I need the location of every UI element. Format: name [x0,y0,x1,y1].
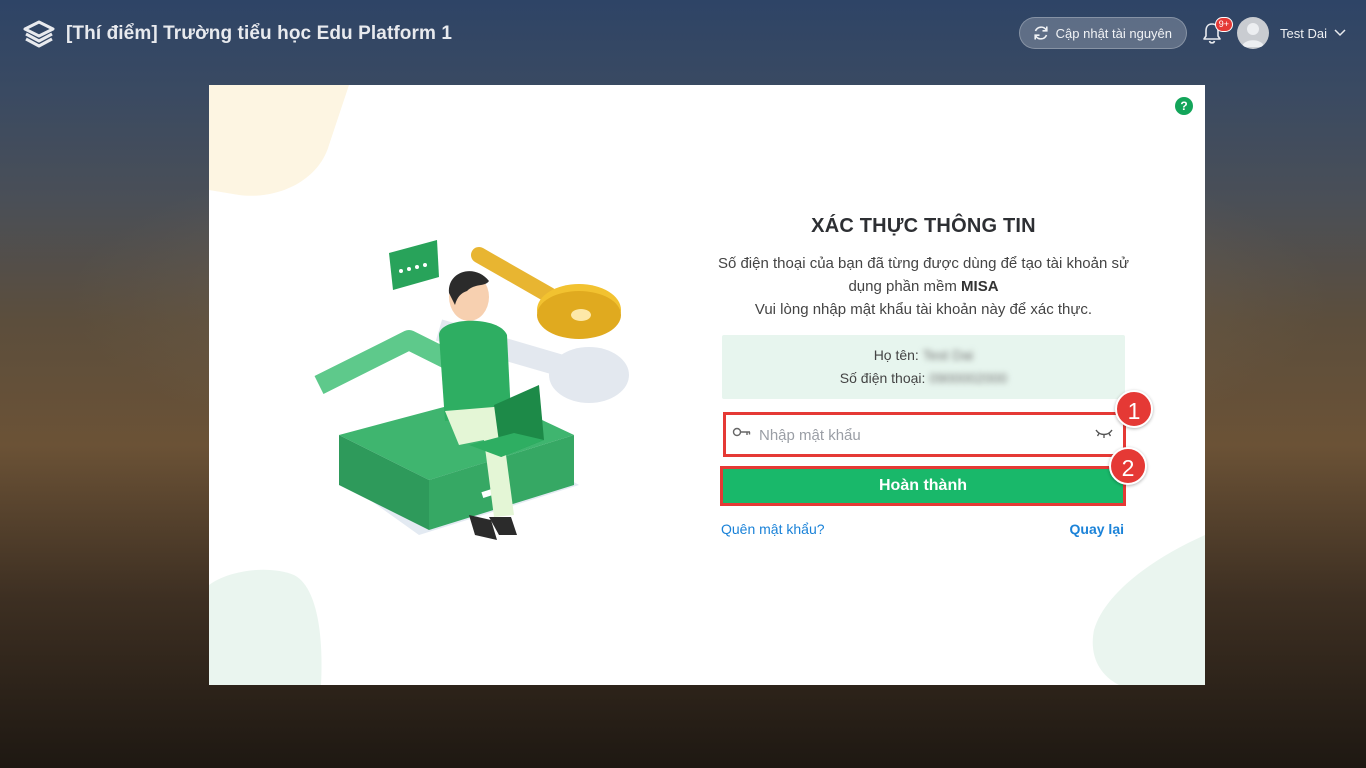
app-title: [Thí điểm] Trường tiểu học Edu Platform … [66,23,453,44]
security-illustration [314,240,629,540]
account-name-row: Họ tên: Test Dai [722,344,1125,367]
header-actions: Cập nhật tài nguyên 9+ Test Dai [1018,17,1346,49]
complete-button[interactable]: Hoàn thành [723,469,1123,503]
description-brand: MISA [961,278,999,295]
notification-badge: 9+ [1214,17,1234,32]
avatar[interactable] [1237,17,1270,49]
avatar-icon [1242,23,1265,47]
decor-shape-bottom-right [1092,535,1205,685]
description-line1: Số điện thoại của bạn đã từng được dùng … [717,255,1130,295]
password-input[interactable] [733,421,1116,449]
phone-value: 0900002000 [929,370,1008,386]
dialog-title: XÁC THỰC THÔNG TIN [811,215,1036,237]
decor-shape-top-left [209,85,349,196]
name-label: Họ tên: [873,347,919,363]
forgot-password-link[interactable]: Quên mật khẩu? [721,521,825,537]
logo-icon[interactable] [22,19,56,49]
verification-dialog: ? XÁC THỰC THÔNG TIN Số điện thoại của b… [209,85,1205,685]
account-info-box: Họ tên: Test Dai Số điện thoại: 09000020… [722,335,1125,399]
user-name[interactable]: Test Dai [1280,26,1327,41]
dialog-description: Số điện thoại của bạn đã từng được dùng … [706,252,1141,321]
password-field-highlight [723,412,1126,457]
notification-button[interactable]: 9+ [1197,17,1234,49]
update-resources-label: Cập nhật tài nguyên [1055,25,1173,41]
back-link[interactable]: Quay lại [1070,521,1124,537]
update-resources-button[interactable]: Cập nhật tài nguyên [1018,17,1188,49]
top-bar: [Thí điểm] Trường tiểu học Edu Platform … [0,0,1366,68]
step-marker-2: 2 [1109,447,1147,485]
eye-closed-icon[interactable] [1095,427,1113,439]
chevron-down-icon[interactable] [1334,29,1346,37]
help-icon[interactable]: ? [1175,97,1193,115]
phone-label: Số điện thoại: [839,370,926,386]
description-line2: Vui lòng nhập mật khẩu tài khoản này để … [754,301,1093,318]
submit-button-highlight: Hoàn thành [720,466,1126,506]
verification-panel: XÁC THỰC THÔNG TIN Số điện thoại của bạn… [706,215,1141,399]
account-phone-row: Số điện thoại: 0900002000 [722,367,1125,390]
name-value: Test Dai [922,347,974,363]
refresh-icon [1034,26,1048,40]
decor-shape-bottom-left [209,569,322,685]
step-marker-1: 1 [1115,390,1153,428]
